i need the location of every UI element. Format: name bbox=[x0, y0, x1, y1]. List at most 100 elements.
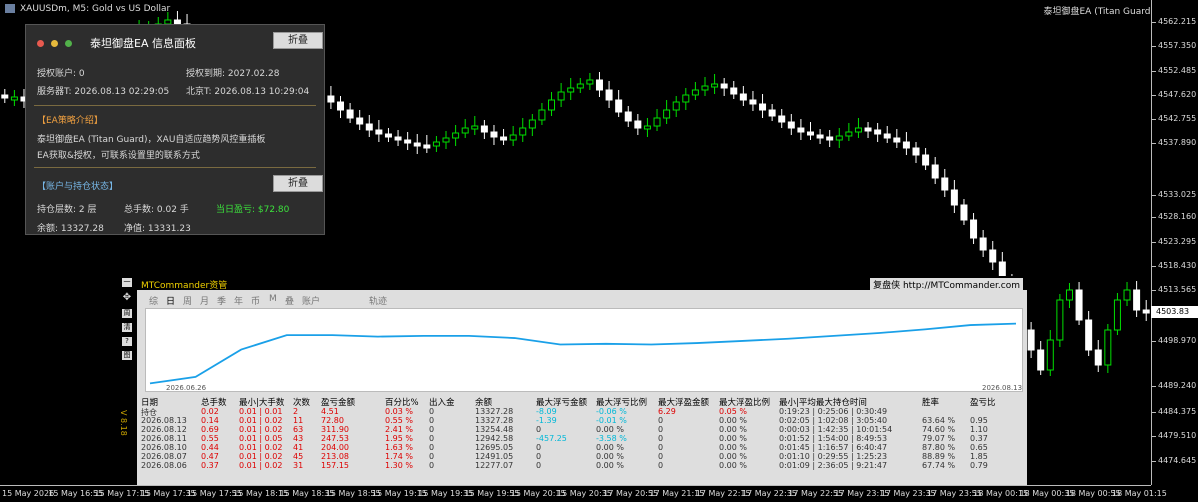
candle-body bbox=[356, 117, 364, 125]
week-icon[interactable]: 周 bbox=[122, 309, 132, 318]
tab-week[interactable]: 周 bbox=[183, 294, 192, 307]
table-cell: 0.00 % bbox=[719, 452, 747, 461]
candle-body bbox=[423, 144, 431, 149]
table-cell: 67.74 % bbox=[922, 461, 956, 470]
price-tick-label: 4528.160 bbox=[1158, 212, 1197, 221]
candle-body bbox=[404, 139, 412, 144]
table-cell: 1.95 % bbox=[385, 434, 413, 443]
candle-body bbox=[337, 101, 345, 111]
table-cell: 0.02 bbox=[201, 407, 219, 416]
status-header: 【账户与持仓状态】 bbox=[37, 182, 119, 192]
candle-body bbox=[806, 131, 814, 136]
clear-icon[interactable]: 清 bbox=[122, 323, 132, 332]
move-icon[interactable]: ✥ bbox=[122, 293, 132, 303]
table-cell: 0 bbox=[429, 443, 435, 452]
table-row: 2026.08.07 0.47 0.01 | 0.02 45 213.08 1.74 % 0… bbox=[141, 452, 1021, 461]
minimize-icon[interactable]: 一 bbox=[122, 278, 132, 287]
table-cell: 0 bbox=[429, 434, 435, 443]
candle-body bbox=[768, 109, 776, 117]
version-label: V 8.18 bbox=[119, 410, 128, 436]
table-cell: 12491.05 bbox=[475, 452, 514, 461]
table-cell: 0.01 | 0.02 bbox=[239, 452, 283, 461]
account-label: 授权账户: 0 bbox=[37, 69, 85, 79]
close-dot-icon[interactable] bbox=[37, 40, 44, 47]
table-cell: 2026.08.12 bbox=[141, 425, 187, 434]
beijing-time-label: 北京T: 2026.08.13 10:29:04 bbox=[186, 87, 310, 97]
candle-body bbox=[615, 99, 623, 113]
table-cell: 1.30 % bbox=[385, 461, 413, 470]
table-cell: 13327.28 bbox=[475, 416, 514, 425]
tab-overlay[interactable]: 叠 bbox=[285, 294, 294, 307]
candle-body bbox=[10, 96, 18, 101]
candle-body bbox=[874, 129, 882, 135]
lots-label: 总手数: 0.02 手 bbox=[124, 205, 189, 215]
table-cell: -457.25 bbox=[536, 434, 567, 443]
table-cell: 2026.08.06 bbox=[141, 461, 187, 470]
candle-body bbox=[672, 101, 680, 111]
table-cell: 0:01:09 | 2:36:05 | 9:21:47 bbox=[779, 461, 888, 470]
table-cell: 12277.07 bbox=[475, 461, 514, 470]
tab-currency[interactable]: 币 bbox=[251, 294, 260, 307]
price-tick-label: 4552.485 bbox=[1158, 66, 1197, 75]
chart-window-icon bbox=[5, 4, 15, 13]
table-cell: 0 bbox=[429, 407, 435, 416]
candle-body bbox=[1075, 289, 1083, 321]
candle-body bbox=[442, 137, 450, 143]
candle-body bbox=[778, 115, 786, 123]
table-cell: 0 bbox=[658, 425, 664, 434]
collapse-button[interactable]: 折叠 bbox=[273, 32, 323, 49]
tab-all[interactable]: 综 bbox=[149, 294, 158, 307]
tab-month[interactable]: 月 bbox=[200, 294, 209, 307]
price-tick-label: 4542.755 bbox=[1158, 114, 1197, 123]
status-collapse-button[interactable]: 折叠 bbox=[273, 175, 323, 192]
candle-body bbox=[1, 94, 9, 99]
candle-body bbox=[845, 131, 853, 137]
price-tick bbox=[1152, 461, 1156, 462]
tab-account[interactable]: 账户 bbox=[302, 294, 320, 307]
minimize-dot-icon[interactable] bbox=[51, 40, 58, 47]
candle-body bbox=[787, 121, 795, 129]
help-icon[interactable]: ? bbox=[122, 337, 132, 346]
price-tick bbox=[1152, 143, 1156, 144]
table-cell: 0 bbox=[658, 452, 664, 461]
table-cell: 0.55 bbox=[201, 434, 219, 443]
table-cell: 2026.08.10 bbox=[141, 443, 187, 452]
maximize-dot-icon[interactable] bbox=[65, 40, 72, 47]
tab-trace[interactable]: 轨迹 bbox=[369, 294, 387, 307]
tab-year[interactable]: 年 bbox=[234, 294, 243, 307]
tab-quarter[interactable]: 季 bbox=[217, 294, 226, 307]
image-icon[interactable]: 图 bbox=[122, 351, 132, 360]
table-cell: 0.01 | 0.02 bbox=[239, 461, 283, 470]
candle-body bbox=[394, 136, 402, 141]
table-cell: 0 bbox=[658, 416, 664, 425]
candle-body bbox=[1085, 319, 1093, 351]
price-axis: 4562.215 4557.350 4552.485 4547.620 4542.755… bbox=[1151, 0, 1198, 485]
table-cell: -1.39 bbox=[536, 416, 557, 425]
table-cell: 2 bbox=[293, 407, 299, 416]
table-cell: 0.55 % bbox=[385, 416, 413, 425]
current-price-label: 4503.83 bbox=[1151, 306, 1198, 318]
candle-body bbox=[384, 133, 392, 138]
strategy-line1: 泰坦御盘EA (Titan Guard)，XAU自适应趋势风控重插板 bbox=[37, 135, 266, 145]
table-cell: 0 bbox=[658, 434, 664, 443]
price-tick-label: 4489.240 bbox=[1158, 381, 1197, 390]
candle-body bbox=[902, 141, 910, 149]
table-cell: 247.53 bbox=[321, 434, 349, 443]
candle-body bbox=[365, 123, 373, 131]
table-cell: 1.10 bbox=[970, 425, 988, 434]
candle-body bbox=[912, 147, 920, 156]
candle-body bbox=[759, 103, 767, 111]
table-cell: 0.37 bbox=[201, 461, 219, 470]
table-cell: 0.01 | 0.02 bbox=[239, 416, 283, 425]
divider bbox=[34, 167, 316, 168]
tab-day[interactable]: 日 bbox=[166, 294, 175, 307]
tab-m[interactable]: M bbox=[269, 294, 277, 304]
candle-body bbox=[979, 237, 987, 251]
table-cell: 0 bbox=[429, 452, 435, 461]
table-cell: 74.60 % bbox=[922, 425, 956, 434]
commander-brand-link[interactable]: 复盘侠 http://MTCommander.com bbox=[870, 278, 1023, 291]
table-cell: 0.00 % bbox=[719, 416, 747, 425]
candle-body bbox=[739, 93, 747, 101]
table-row: 2026.08.06 0.37 0.01 | 0.02 31 157.15 1.30 % 0… bbox=[141, 461, 1021, 470]
candle-body bbox=[586, 79, 594, 85]
